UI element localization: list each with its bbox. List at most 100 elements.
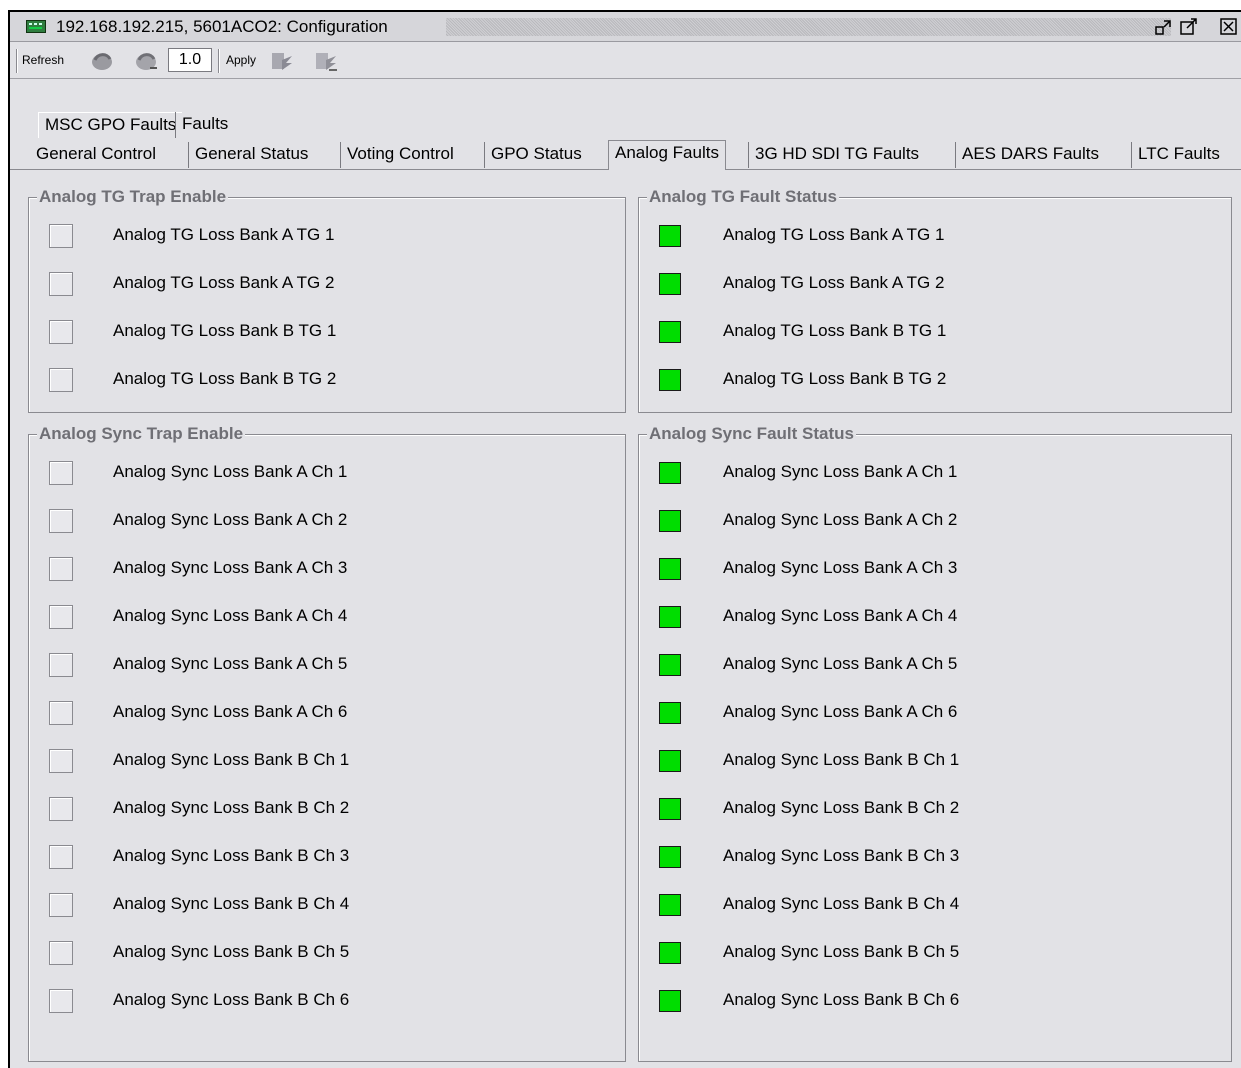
status-indicator — [659, 846, 681, 868]
item-label: Analog Sync Loss Bank A Ch 2 — [723, 510, 958, 529]
item-label: Analog Sync Loss Bank A Ch 6 — [723, 702, 958, 721]
item-label: Analog Sync Loss Bank A Ch 4 — [113, 606, 348, 625]
status-indicator — [659, 225, 681, 247]
version-field[interactable]: 1.0 — [168, 48, 212, 72]
item-label: Analog TG Loss Bank B TG 2 — [113, 369, 337, 388]
trap-checkbox[interactable] — [49, 509, 73, 533]
item-label: Analog Sync Loss Bank B Ch 4 — [113, 894, 350, 913]
panel-title: Analog Sync Trap Enable — [37, 424, 246, 444]
status-indicator — [659, 369, 681, 391]
item-label: Analog Sync Loss Bank A Ch 1 — [723, 462, 958, 481]
item-label: Analog Sync Loss Bank B Ch 6 — [113, 990, 350, 1009]
trap-checkbox[interactable] — [49, 605, 73, 629]
item-label: Analog TG Loss Bank A TG 2 — [723, 273, 945, 292]
item-label: Analog Sync Loss Bank A Ch 5 — [113, 654, 348, 673]
trap-checkbox[interactable] — [49, 941, 73, 965]
item-label: Analog Sync Loss Bank A Ch 3 — [113, 558, 348, 577]
item-label: Analog Sync Loss Bank B Ch 2 — [723, 798, 960, 817]
trap-checkbox[interactable] — [49, 224, 73, 248]
device-icon — [26, 20, 46, 33]
status-indicator — [659, 558, 681, 580]
status-indicator — [659, 462, 681, 484]
panel-analog-tg-fault-status: Analog TG Fault Status Analog TG Loss Ba… — [638, 187, 1232, 413]
status-indicator — [659, 273, 681, 295]
status-indicator — [659, 894, 681, 916]
toolbar-separator — [16, 49, 18, 73]
trap-checkbox[interactable] — [49, 320, 73, 344]
status-indicator — [659, 606, 681, 628]
item-label: Analog Sync Loss Bank A Ch 4 — [723, 606, 958, 625]
item-label: Analog Sync Loss Bank B Ch 2 — [113, 798, 350, 817]
maximize-icon[interactable] — [1180, 18, 1198, 36]
refresh-button[interactable]: Refresh — [22, 53, 64, 67]
trap-checkbox[interactable] — [49, 701, 73, 725]
item-label: Analog TG Loss Bank A TG 2 — [113, 273, 335, 292]
trap-checkbox[interactable] — [49, 845, 73, 869]
item-label: Analog Sync Loss Bank B Ch 5 — [113, 942, 350, 961]
item-label: Analog Sync Loss Bank B Ch 3 — [723, 846, 960, 865]
title-bar-grip — [446, 18, 1171, 36]
item-label: Analog TG Loss Bank A TG 1 — [723, 225, 945, 244]
item-label: Analog Sync Loss Bank A Ch 5 — [723, 654, 958, 673]
item-label: Analog Sync Loss Bank B Ch 4 — [723, 894, 960, 913]
configuration-window: 192.168.192.215, 5601ACO2: Configuration… — [8, 10, 1241, 1068]
item-label: Analog Sync Loss Bank B Ch 1 — [723, 750, 960, 769]
status-indicator — [659, 990, 681, 1012]
apply-all-icon[interactable] — [314, 50, 338, 72]
status-indicator — [659, 798, 681, 820]
panel-analog-sync-trap-enable: Analog Sync Trap Enable Analog Sync Loss… — [28, 424, 626, 1062]
status-indicator — [659, 510, 681, 532]
status-indicator — [659, 942, 681, 964]
tab-general-control[interactable]: General Control — [30, 142, 162, 168]
trap-checkbox[interactable] — [49, 749, 73, 773]
restore-icon[interactable] — [1155, 18, 1173, 36]
apply-icon[interactable] — [270, 50, 294, 72]
item-label: Analog Sync Loss Bank B Ch 5 — [723, 942, 960, 961]
item-label: Analog Sync Loss Bank A Ch 6 — [113, 702, 348, 721]
status-indicator — [659, 321, 681, 343]
panel-analog-tg-trap-enable: Analog TG Trap Enable Analog TG Loss Ban… — [28, 187, 626, 413]
status-indicator — [659, 750, 681, 772]
item-label: Analog Sync Loss Bank B Ch 3 — [113, 846, 350, 865]
trap-checkbox[interactable] — [49, 557, 73, 581]
status-indicator — [659, 702, 681, 724]
tab-gpo-status[interactable]: GPO Status — [484, 142, 588, 168]
tab-aes-dars-faults[interactable]: AES DARS Faults — [955, 142, 1105, 168]
title-bar[interactable]: 192.168.192.215, 5601ACO2: Configuration — [10, 12, 1241, 42]
refresh-icon[interactable] — [90, 50, 114, 72]
item-label: Analog TG Loss Bank B TG 1 — [113, 321, 337, 340]
status-indicator — [659, 654, 681, 676]
trap-checkbox[interactable] — [49, 797, 73, 821]
apply-button[interactable]: Apply — [226, 53, 256, 67]
toolbar-separator — [218, 49, 220, 73]
trap-checkbox[interactable] — [49, 461, 73, 485]
item-label: Analog TG Loss Bank B TG 1 — [723, 321, 947, 340]
panel-title: Analog Sync Fault Status — [647, 424, 856, 444]
tab-ltc-faults[interactable]: LTC Faults — [1131, 142, 1226, 168]
trap-checkbox[interactable] — [49, 653, 73, 677]
panel-title: Analog TG Trap Enable — [37, 187, 229, 207]
item-label: Analog Sync Loss Bank A Ch 2 — [113, 510, 348, 529]
toolbar: Refresh 1.0 Apply — [10, 43, 1241, 79]
tab-general-status[interactable]: General Status — [188, 142, 314, 168]
tab-msc-gpo-faults[interactable]: MSC GPO Faults — [38, 112, 183, 138]
panel-title: Analog TG Fault Status — [647, 187, 839, 207]
tab-faults[interactable]: Faults — [175, 112, 234, 138]
item-label: Analog Sync Loss Bank A Ch 1 — [113, 462, 348, 481]
trap-checkbox[interactable] — [49, 989, 73, 1013]
refresh-all-icon[interactable] — [134, 50, 158, 72]
panel-analog-sync-fault-status: Analog Sync Fault Status Analog Sync Los… — [638, 424, 1232, 1062]
window-title: 192.168.192.215, 5601ACO2: Configuration — [56, 17, 392, 37]
tab-3g-hd-sdi-tg-faults[interactable]: 3G HD SDI TG Faults — [748, 142, 925, 168]
item-label: Analog Sync Loss Bank A Ch 3 — [723, 558, 958, 577]
item-label: Analog TG Loss Bank A TG 1 — [113, 225, 335, 244]
trap-checkbox[interactable] — [49, 368, 73, 392]
item-label: Analog Sync Loss Bank B Ch 1 — [113, 750, 350, 769]
trap-checkbox[interactable] — [49, 272, 73, 296]
tab-analog-faults[interactable]: Analog Faults — [608, 140, 726, 170]
item-label: Analog Sync Loss Bank B Ch 6 — [723, 990, 960, 1009]
item-label: Analog TG Loss Bank B TG 2 — [723, 369, 947, 388]
tab-voting-control[interactable]: Voting Control — [340, 142, 460, 168]
close-icon[interactable] — [1220, 18, 1238, 36]
trap-checkbox[interactable] — [49, 893, 73, 917]
